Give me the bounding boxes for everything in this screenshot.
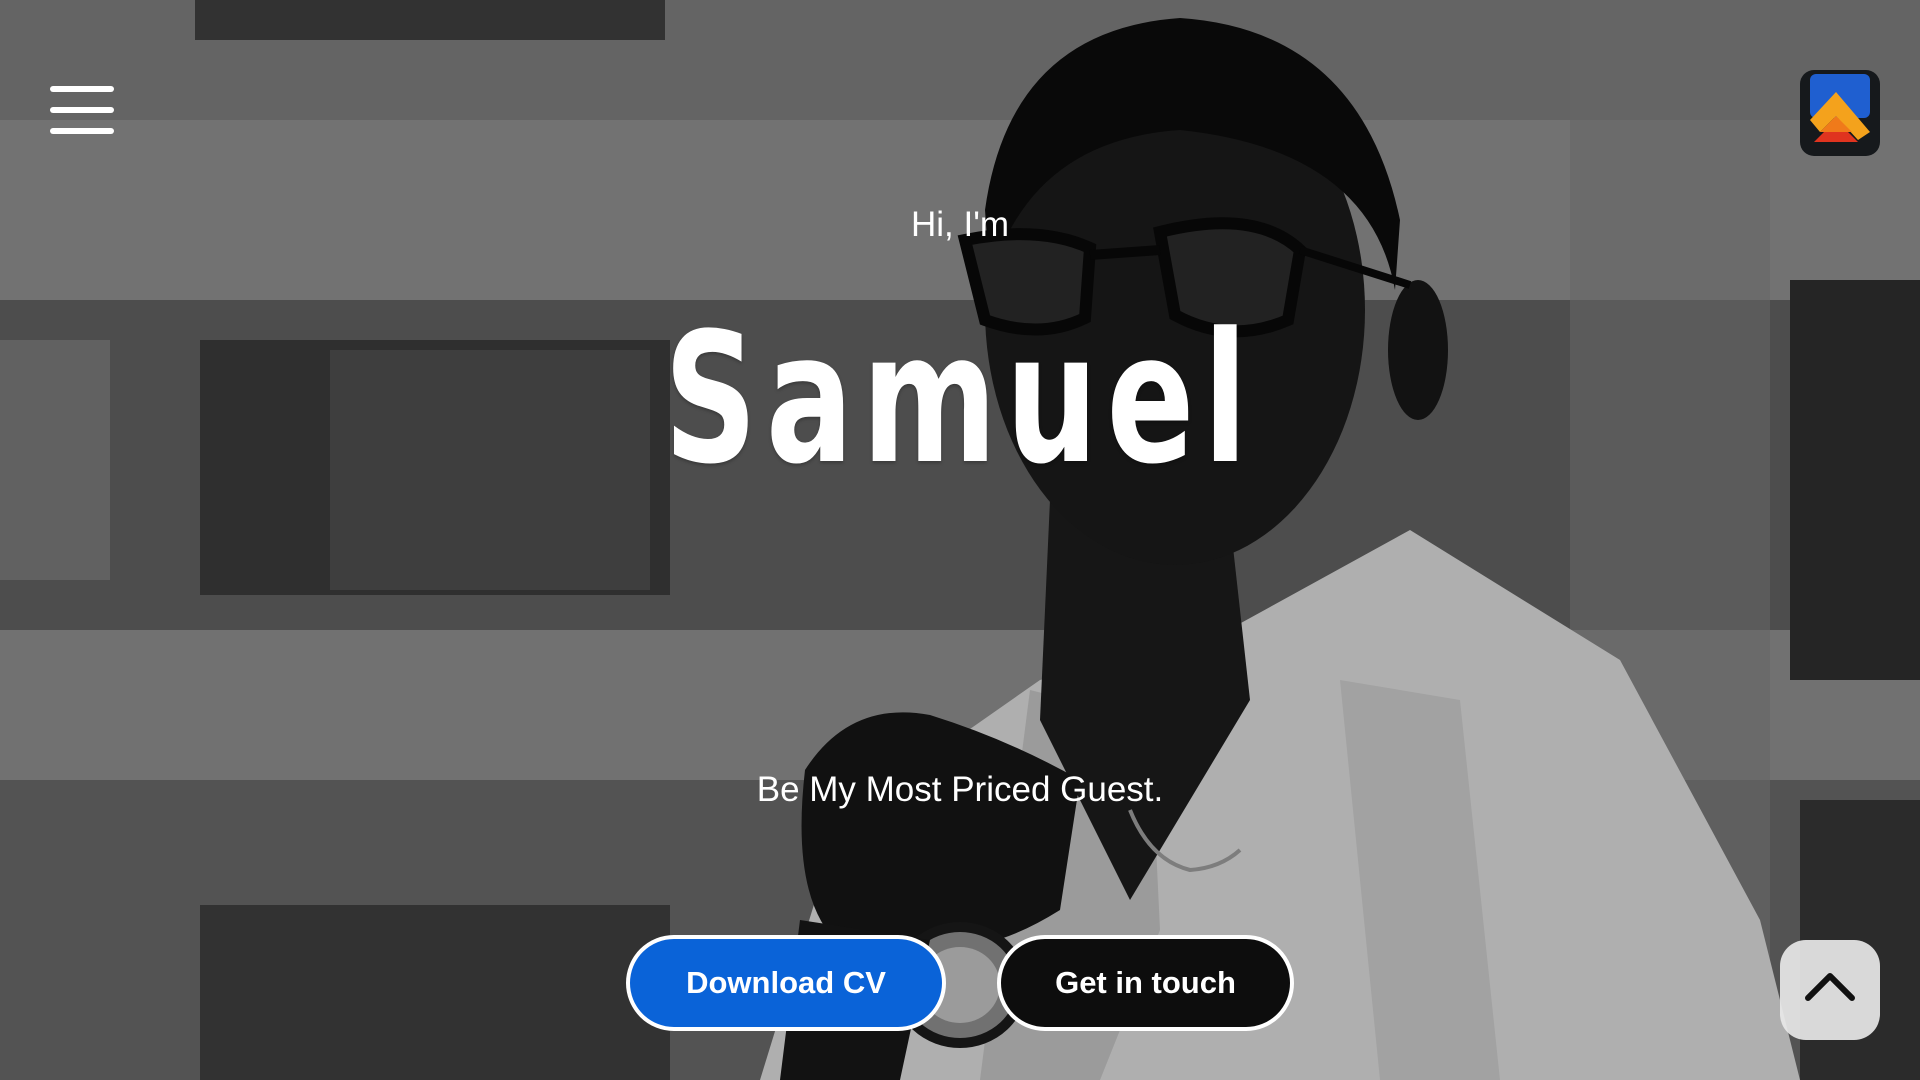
hero-name-heading: Samuel xyxy=(663,295,1257,504)
scroll-to-top-button[interactable] xyxy=(1780,940,1880,1040)
hero-section: Hi, I'm Samuel Be My Most Priced Guest. … xyxy=(0,0,1920,1080)
hamburger-menu-icon[interactable] xyxy=(50,86,114,136)
menu-bar-middle xyxy=(50,107,114,113)
menu-bar-bottom xyxy=(50,128,114,134)
chevron-up-icon xyxy=(1805,973,1855,1001)
menu-bar-top xyxy=(50,86,114,92)
app-logo-icon[interactable] xyxy=(1800,70,1880,156)
dark-overlay xyxy=(0,0,1920,1080)
get-in-touch-button[interactable]: Get in touch xyxy=(997,935,1294,1031)
tagline-text: Be My Most Priced Guest. xyxy=(756,770,1164,809)
greeting-text: Hi, I'm xyxy=(910,205,1010,244)
app-logo-graphic xyxy=(1810,74,1870,142)
download-cv-button[interactable]: Download CV xyxy=(626,935,946,1031)
